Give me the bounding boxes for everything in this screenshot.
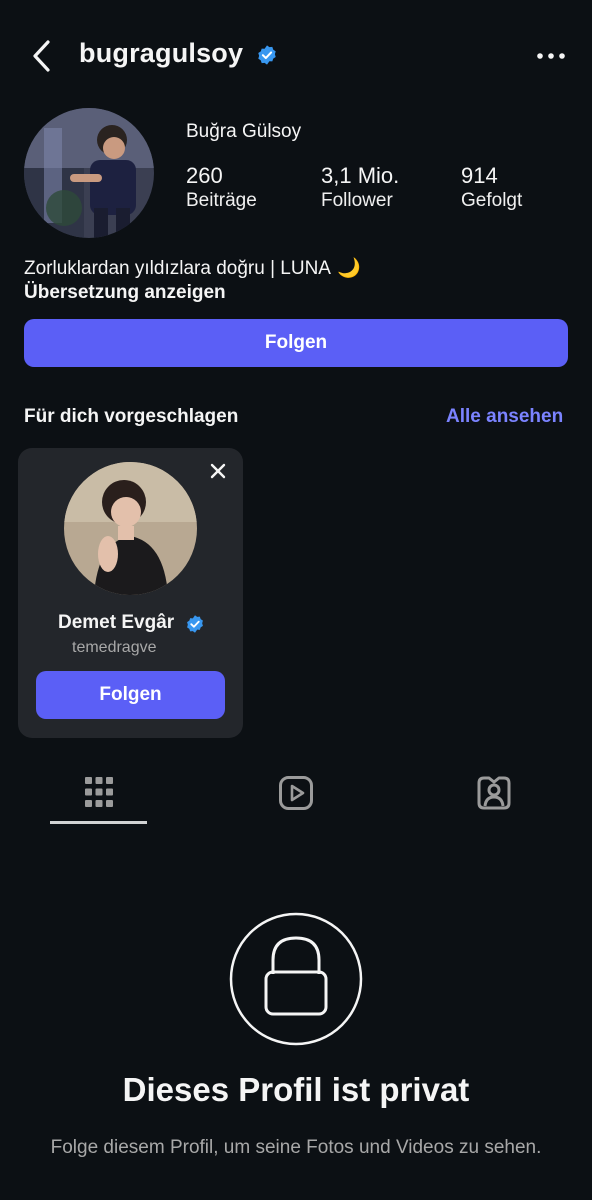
following-count: 914 <box>461 163 498 188</box>
following-stat[interactable]: 914 Gefolgt <box>461 163 522 213</box>
private-profile-text: Folge diesem Profil, um seine Fotos und … <box>50 1137 542 1158</box>
suggestion-handle: temedragve <box>72 639 157 656</box>
followers-count: 3,1 Mio. <box>321 163 400 188</box>
grid-icon[interactable] <box>84 776 114 808</box>
reels-icon[interactable] <box>278 775 314 811</box>
tagged-icon[interactable] <box>475 775 513 811</box>
posts-label: Beiträge <box>186 190 257 211</box>
posts-count: 260 <box>186 163 223 188</box>
back-arrow-icon[interactable] <box>28 38 58 74</box>
following-label: Gefolgt <box>461 190 523 211</box>
suggestion-avatar[interactable] <box>64 462 197 595</box>
posts-stat[interactable]: 260 Beiträge <box>186 163 257 213</box>
profile-username: bugragulsoy <box>79 38 244 68</box>
translate-bio-link[interactable]: Übersetzung anzeigen <box>24 282 226 304</box>
followers-label: Follower <box>321 190 393 211</box>
suggestions-title: Für dich vorgeschlagen <box>24 406 239 427</box>
profile-avatar[interactable] <box>24 108 154 238</box>
lock-icon <box>229 912 363 1046</box>
suggestion-follow-button[interactable]: Folgen <box>36 671 225 719</box>
verified-badge-icon <box>258 45 276 65</box>
crescent-moon-icon: 🌙 <box>336 258 361 279</box>
followers-stat[interactable]: 3,1 Mio. Follower <box>321 163 399 213</box>
profile-full-name: Buğra Gülsoy <box>186 121 302 142</box>
see-all-link[interactable]: Alle ansehen <box>446 406 563 428</box>
active-tab-indicator <box>50 821 147 824</box>
suggestion-name[interactable]: Demet Evgâr <box>58 612 174 634</box>
more-options-icon[interactable] <box>534 46 568 66</box>
close-icon[interactable] <box>208 461 228 481</box>
profile-bio: Zorluklardan yıldızlara doğru | LUNA 🌙 <box>24 256 361 280</box>
bio-text: Zorluklardan yıldızlara doğru | LUNA <box>24 258 331 279</box>
verified-badge-icon <box>187 615 203 633</box>
private-profile-title: Dieses Profil ist privat <box>122 1071 470 1108</box>
follow-button[interactable]: Folgen <box>24 319 568 367</box>
